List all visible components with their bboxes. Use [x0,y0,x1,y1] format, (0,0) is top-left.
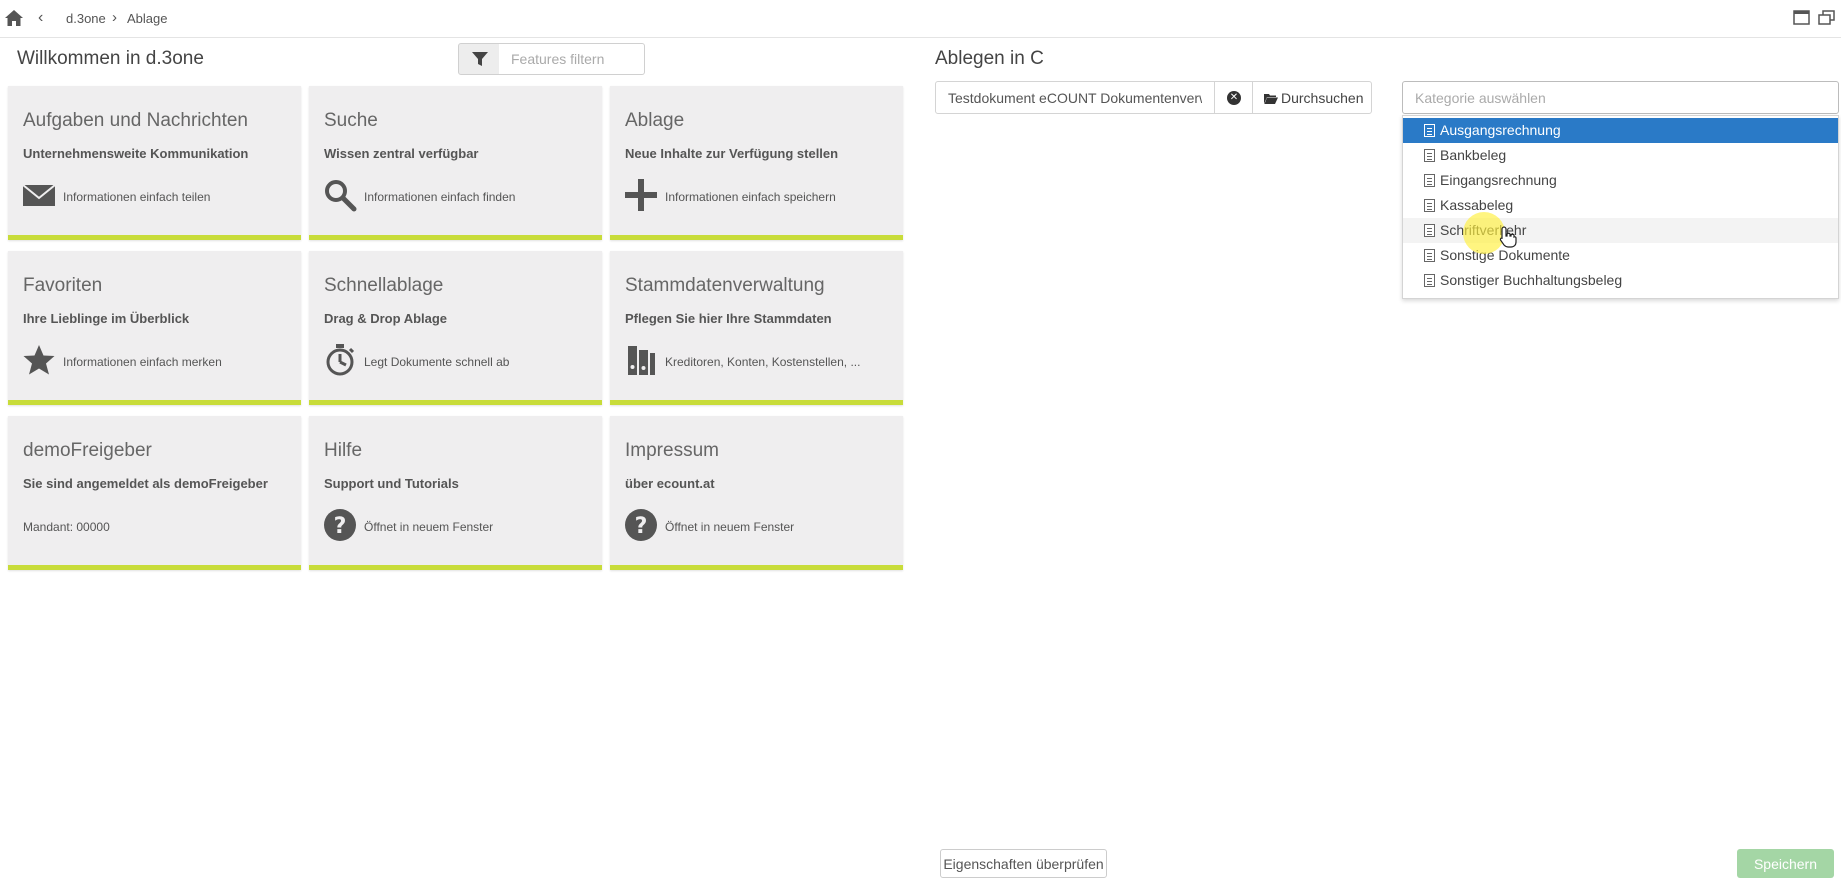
tile-ablage[interactable]: Ablage Neue Inhalte zur Verfügung stelle… [610,86,903,240]
category-option-label: Eingangsrechnung [1440,172,1557,188]
filter-button[interactable] [458,43,500,75]
browse-label: Durchsuchen [1281,90,1364,106]
tile-subtitle: Neue Inhalte zur Verfügung stellen [625,146,839,161]
document-icon [1424,224,1435,237]
restore-window-icon[interactable] [1818,10,1835,25]
browse-button[interactable]: Durchsuchen [1252,81,1372,114]
document-icon [1424,274,1435,287]
tile-title: Stammdatenverwaltung [625,275,825,296]
document-icon [1424,174,1435,187]
tile-title: Favoriten [23,275,103,296]
question-icon: ? [324,509,356,541]
search-icon [325,180,357,212]
tile-description: Legt Dokumente schnell ab [364,355,510,369]
category-option-label: Ausgangsrechnung [1440,122,1561,138]
tile-stammdatenverwaltung[interactable]: Stammdatenverwaltung Pflegen Sie hier Ih… [610,251,903,405]
svg-text:?: ? [334,514,347,539]
breadcrumb-d3one[interactable]: d.3one [66,11,106,26]
category-option-bankbeleg[interactable]: Bankbeleg [1403,143,1838,168]
tile-hilfe[interactable]: Hilfe Support und Tutorials ? Öffnet in … [309,416,602,570]
save-button[interactable]: Speichern [1737,849,1834,878]
tile-title: Schnellablage [324,275,444,296]
tile-subtitle: Drag & Drop Ablage [324,311,448,326]
tile-favoriten[interactable]: Favoriten Ihre Lieblinge im Überblick In… [8,251,301,405]
tile-description: Öffnet in neuem Fenster [665,520,795,534]
svg-text:?: ? [635,514,648,539]
envelope-icon [22,184,56,206]
plus-icon [625,179,657,211]
breadcrumb-ablage[interactable]: Ablage [127,11,167,26]
check-properties-button[interactable]: Eigenschaften überprüfen [940,849,1107,878]
document-icon [1424,249,1435,262]
tile-subtitle: Support und Tutorials [324,476,459,491]
file-name-input[interactable] [935,81,1215,114]
category-option-sonstiger-buchhaltungsbeleg[interactable]: Sonstiger Buchhaltungsbeleg [1403,268,1838,293]
page-title: Willkommen in d.3one [17,48,204,69]
ablegen-title: Ablegen in C [935,48,1044,69]
tile-impressum[interactable]: Impressum über ecount.at ? Öffnet in neu… [610,416,903,570]
hand-cursor-icon [1499,226,1517,248]
tile-description: Informationen einfach merken [63,355,222,369]
maximize-window-icon[interactable] [1793,10,1810,25]
document-icon [1424,149,1435,162]
star-icon [23,345,55,375]
category-option-label: Kassabeleg [1440,197,1514,213]
category-option-ausgangsrechnung[interactable]: Ausgangsrechnung [1403,118,1838,143]
tile-subtitle: Unternehmensweite Kommunikation [23,146,249,161]
tile-subtitle: Ihre Lieblinge im Überblick [23,311,190,326]
tile-subtitle: über ecount.at [625,476,715,491]
category-select-input[interactable] [1402,81,1839,114]
category-option-label: Sonstige Dokumente [1440,247,1570,263]
tile-subtitle: Wissen zentral verfügbar [324,146,479,161]
tile-schnellablage[interactable]: Schnellablage Drag & Drop Ablage Legt Do… [309,251,602,405]
tile-description: Kreditoren, Konten, Kostenstellen, ... [665,355,861,369]
binders-icon [628,346,655,375]
tile-suche[interactable]: Suche Wissen zentral verfügbar Informati… [309,86,602,240]
features-filter-input[interactable] [499,43,645,75]
tile-title: Hilfe [324,440,363,461]
tile-subtitle: Pflegen Sie hier Ihre Stammdaten [625,311,832,326]
category-option-kassabeleg[interactable]: Kassabeleg [1403,193,1838,218]
home-icon[interactable] [4,9,24,27]
document-icon [1424,199,1435,212]
tile-description: Öffnet in neuem Fenster [364,520,494,534]
folder-open-icon [1264,94,1278,104]
category-option-eingangsrechnung[interactable]: Eingangsrechnung [1403,168,1838,193]
tile-subtitle: Sie sind angemeldet als demoFreigeber [23,476,268,491]
category-option-label: Sonstiger Buchhaltungsbeleg [1440,272,1623,288]
close-icon: ✕ [1227,91,1241,105]
tile-description: Informationen einfach speichern [665,190,836,204]
tile-title: Aufgaben und Nachrichten [23,110,248,131]
tile-demofreigeber[interactable]: demoFreigeber Sie sind angemeldet als de… [8,416,301,570]
back-chevron-icon[interactable]: ‹ [38,9,43,27]
tile-title: demoFreigeber [23,440,152,461]
tile-description: Informationen einfach teilen [63,190,211,204]
clear-file-button[interactable]: ✕ [1214,81,1253,114]
category-dropdown: Ausgangsrechnung Bankbeleg Eingangsrechn… [1402,115,1839,299]
question-icon: ? [625,509,657,541]
tile-title: Impressum [625,440,719,461]
stopwatch-icon [326,344,355,376]
document-icon [1424,124,1435,137]
tile-description: Mandant: 00000 [23,520,110,534]
filter-icon [472,52,488,66]
category-option-label: Bankbeleg [1440,147,1507,163]
tile-title: Ablage [625,110,685,131]
breadcrumb-separator-icon: › [112,9,117,26]
tile-description: Informationen einfach finden [364,190,516,204]
top-bar: ‹ d.3one › Ablage [0,0,1841,38]
tile-aufgaben[interactable]: Aufgaben und Nachrichten Unternehmenswei… [8,86,301,240]
tile-title: Suche [324,110,378,131]
